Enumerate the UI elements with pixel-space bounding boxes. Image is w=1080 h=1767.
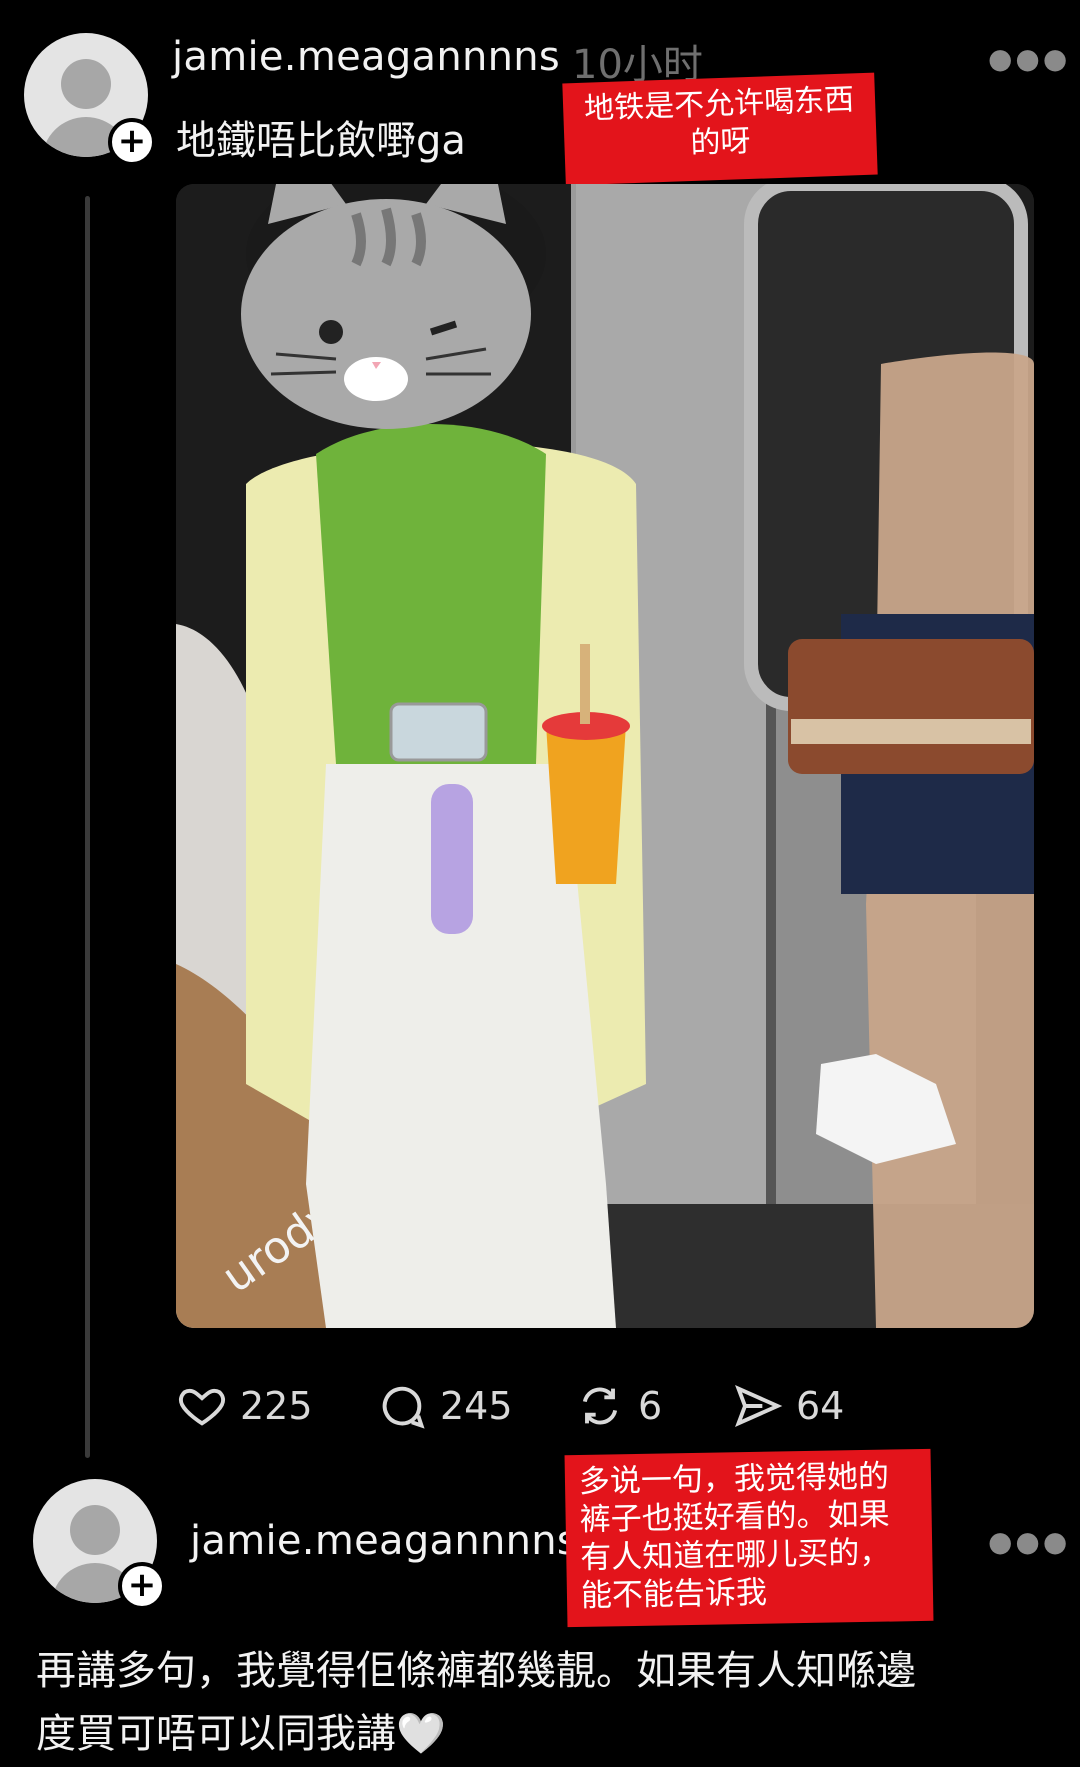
post-photo[interactable]: urody (176, 184, 1034, 1328)
reply-overlay-note-text: 多说一句，我觉得她的裤子也挺好看的。如果有人知道在哪儿买的，能不能告诉我 (578, 1458, 891, 1614)
overlay-note: 地铁是不允许喝东西的呀 (562, 72, 878, 186)
comment-button[interactable]: 245 (376, 1380, 513, 1432)
follow-plus-icon[interactable]: + (108, 118, 156, 166)
comment-icon (382, 1386, 425, 1429)
repost-button[interactable]: 6 (574, 1380, 662, 1432)
like-count: 225 (240, 1384, 313, 1428)
reply-text-line-1: 再講多句，我覺得佢條褲都幾靚。如果有人知喺邊 (36, 1648, 916, 1694)
reply-overlay-note: 多说一句，我觉得她的裤子也挺好看的。如果有人知道在哪儿买的，能不能告诉我 (564, 1448, 934, 1628)
share-button[interactable]: 64 (732, 1380, 844, 1432)
reply-more-icon[interactable]: ●●● (988, 1525, 1070, 1558)
share-count: 64 (796, 1384, 845, 1428)
reply-username[interactable]: jamie.meagannnns (190, 1518, 578, 1564)
heart-icon (179, 1388, 225, 1426)
thread-line (85, 196, 90, 1458)
send-icon (735, 1384, 783, 1428)
avatar-head (61, 59, 111, 109)
more-icon[interactable]: ●●● (988, 42, 1070, 75)
comment-count: 245 (440, 1384, 513, 1428)
reply-follow-plus-icon[interactable]: + (118, 1562, 166, 1610)
reply-text-line-2: 度買可唔可以同我講🤍 (36, 1711, 446, 1757)
post-text: 地鐵唔比￼飲嘢ga (176, 118, 466, 164)
overlay-note-text: 地铁是不允许喝东西的呀 (583, 82, 855, 162)
repost-count: 6 (638, 1384, 663, 1428)
like-button[interactable]: 225 (176, 1380, 313, 1432)
post-username[interactable]: jamie.meagannnns (172, 34, 560, 80)
photo-illustration: urody (176, 184, 1034, 1328)
avatar-head (70, 1505, 120, 1555)
repost-icon (582, 1387, 618, 1425)
